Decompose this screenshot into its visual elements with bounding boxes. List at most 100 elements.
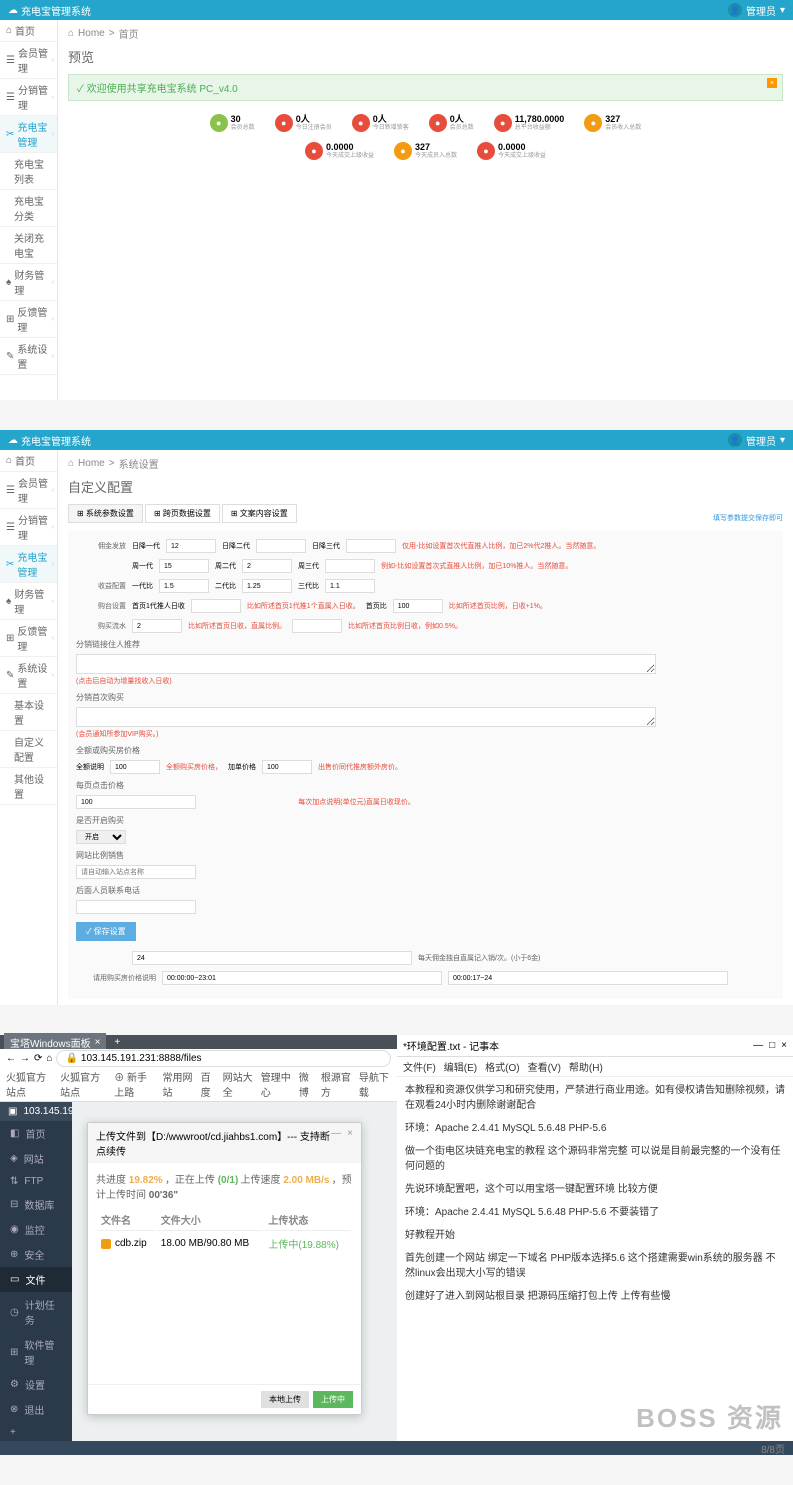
- sidebar: ⌂首页☰会员管理‹☰分销管理‹✂充电宝管理‹♠财务管理‹⊞反馈管理‹✎系统设置›…: [0, 450, 58, 1005]
- site-name-input[interactable]: [76, 865, 196, 879]
- sidebar-item[interactable]: 关闭充电宝: [0, 227, 57, 264]
- bt-menu-item[interactable]: ⇅FTP: [0, 1171, 72, 1192]
- sidebar-item[interactable]: 自定义配置: [0, 731, 57, 768]
- referral-textarea[interactable]: [76, 654, 656, 674]
- save-button[interactable]: ✓ 保存设置: [76, 922, 136, 941]
- bt-menu-item[interactable]: ◧首页: [0, 1121, 72, 1146]
- platform-income-input[interactable]: [191, 599, 241, 613]
- minimize-icon[interactable]: —: [753, 1040, 763, 1051]
- purchase-flow2-input[interactable]: [292, 619, 342, 633]
- sidebar-item[interactable]: ⊞反馈管理‹: [0, 301, 57, 338]
- commission-week3-input[interactable]: [325, 559, 375, 573]
- close-icon[interactable]: ×: [347, 1128, 353, 1158]
- bt-menu-item[interactable]: ◉监控: [0, 1217, 72, 1242]
- reload-icon[interactable]: ⟳: [34, 1053, 42, 1064]
- bt-menu-item[interactable]: ⊟数据库: [0, 1192, 72, 1217]
- commission-day2-input[interactable]: [256, 539, 306, 553]
- stat-icon: ●: [494, 114, 512, 132]
- bt-menu-item[interactable]: ◈网站: [0, 1146, 72, 1171]
- bookmark-item[interactable]: 导航下载: [359, 1069, 391, 1099]
- first-purchase-textarea[interactable]: [76, 707, 656, 727]
- bookmark-item[interactable]: 根源官方: [321, 1069, 353, 1099]
- config-tab[interactable]: ⊞ 文案内容设置: [222, 504, 297, 523]
- bookmark-item[interactable]: 火狐官方站点: [6, 1069, 54, 1099]
- contact-phone-input[interactable]: [76, 900, 196, 914]
- sidebar-item[interactable]: ☰分销管理‹: [0, 79, 57, 116]
- sidebar-item[interactable]: ✂充电宝管理‹: [0, 116, 57, 153]
- breadcrumb-home[interactable]: Home: [78, 28, 105, 39]
- bookmark-item[interactable]: 百度: [201, 1069, 217, 1099]
- full-price-input[interactable]: [110, 760, 160, 774]
- commission-week2-input[interactable]: [242, 559, 292, 573]
- stat-card: ●327会员收入总数: [576, 111, 649, 135]
- close-icon[interactable]: ×: [767, 78, 777, 88]
- home-icon[interactable]: ⌂: [68, 28, 74, 39]
- commission-day3-input[interactable]: [346, 539, 396, 553]
- notepad-menu-item[interactable]: 文件(F): [403, 1059, 436, 1074]
- sidebar-item[interactable]: ☰会员管理‹: [0, 472, 57, 509]
- time-range1-input[interactable]: [162, 971, 442, 985]
- purchase-flow1-input[interactable]: [132, 619, 182, 633]
- bookmark-item[interactable]: ⊕ 新手上路: [114, 1069, 156, 1099]
- bt-menu-item[interactable]: +: [0, 1422, 72, 1443]
- notepad-menu-item[interactable]: 编辑(E): [444, 1059, 477, 1074]
- bookmark-item[interactable]: 网站大全: [223, 1069, 255, 1099]
- notepad-menu-item[interactable]: 查看(V): [528, 1059, 561, 1074]
- bt-menu-item[interactable]: ⊗退出: [0, 1397, 72, 1422]
- uploading-button[interactable]: 上传中: [313, 1391, 353, 1408]
- sidebar-item[interactable]: 充电宝分类: [0, 190, 57, 227]
- user-menu[interactable]: 👤 管理员 ▾: [728, 3, 785, 18]
- bt-menu-item[interactable]: ⊞软件管理: [0, 1332, 72, 1372]
- bookmark-item[interactable]: 微博: [299, 1069, 315, 1099]
- page-title: 自定义配置: [68, 477, 783, 496]
- bt-menu-item[interactable]: ⚙设置: [0, 1372, 72, 1397]
- time-range2-input[interactable]: [448, 971, 728, 985]
- bt-menu-item[interactable]: ◷计划任务: [0, 1292, 72, 1332]
- config-tab[interactable]: ⊞ 跨页数据设置: [145, 504, 220, 523]
- footer-input1[interactable]: [132, 951, 412, 965]
- income-ratio3-input[interactable]: [325, 579, 375, 593]
- sidebar-item[interactable]: ☰分销管理‹: [0, 509, 57, 546]
- commission-week1-input[interactable]: [159, 559, 209, 573]
- sidebar-item[interactable]: ✎系统设置‹: [0, 338, 57, 375]
- home-icon[interactable]: ⌂: [46, 1053, 52, 1064]
- income-ratio2-input[interactable]: [242, 579, 292, 593]
- bt-menu-item[interactable]: ⊕安全: [0, 1242, 72, 1267]
- sidebar-item[interactable]: ♠财务管理‹: [0, 264, 57, 301]
- breadcrumb: ⌂ Home > 首页: [68, 26, 783, 41]
- page-title: 预览: [68, 47, 783, 66]
- sidebar-item[interactable]: ☰会员管理‹: [0, 42, 57, 79]
- new-tab-button[interactable]: +: [110, 1037, 124, 1048]
- minimize-icon[interactable]: —: [331, 1128, 341, 1158]
- user-menu[interactable]: 👤 管理员 ▾: [728, 433, 785, 448]
- sidebar-item[interactable]: ♠财务管理‹: [0, 583, 57, 620]
- notepad-menu-item[interactable]: 格式(O): [485, 1059, 519, 1074]
- close-icon[interactable]: ×: [781, 1040, 787, 1051]
- notepad-menu-item[interactable]: 帮助(H): [569, 1059, 603, 1074]
- bookmark-item[interactable]: 常用网站: [163, 1069, 195, 1099]
- sidebar-item[interactable]: 充电宝列表: [0, 153, 57, 190]
- income-ratio1-input[interactable]: [159, 579, 209, 593]
- maximize-icon[interactable]: □: [769, 1040, 775, 1051]
- sidebar-item[interactable]: ✂充电宝管理‹: [0, 546, 57, 583]
- home-icon[interactable]: ⌂: [68, 458, 74, 469]
- address-bar[interactable]: 🔒 103.145.191.231:8888/files: [56, 1050, 391, 1067]
- platform-ratio-input[interactable]: [393, 599, 443, 613]
- local-upload-button[interactable]: 本地上传: [261, 1391, 309, 1408]
- enable-purchase-select[interactable]: 开启: [76, 830, 126, 844]
- forward-icon[interactable]: →: [20, 1053, 30, 1064]
- sidebar-item[interactable]: ⌂首页: [0, 20, 57, 42]
- sidebar-item[interactable]: ⌂首页: [0, 450, 57, 472]
- click-price-input[interactable]: [76, 795, 196, 809]
- bookmark-item[interactable]: 管理中心: [261, 1069, 293, 1099]
- sidebar-item[interactable]: 基本设置: [0, 694, 57, 731]
- sidebar-item[interactable]: ✎系统设置›: [0, 657, 57, 694]
- back-icon[interactable]: ←: [6, 1053, 16, 1064]
- sidebar-item[interactable]: ⊞反馈管理‹: [0, 620, 57, 657]
- close-icon[interactable]: ×: [95, 1037, 101, 1048]
- config-tab[interactable]: ⊞ 系统参数设置: [68, 504, 143, 523]
- bookmark-item[interactable]: 火狐官方站点: [60, 1069, 108, 1099]
- commission-day1-input[interactable]: [166, 539, 216, 553]
- sidebar-item[interactable]: 其他设置: [0, 768, 57, 805]
- add-price-input[interactable]: [262, 760, 312, 774]
